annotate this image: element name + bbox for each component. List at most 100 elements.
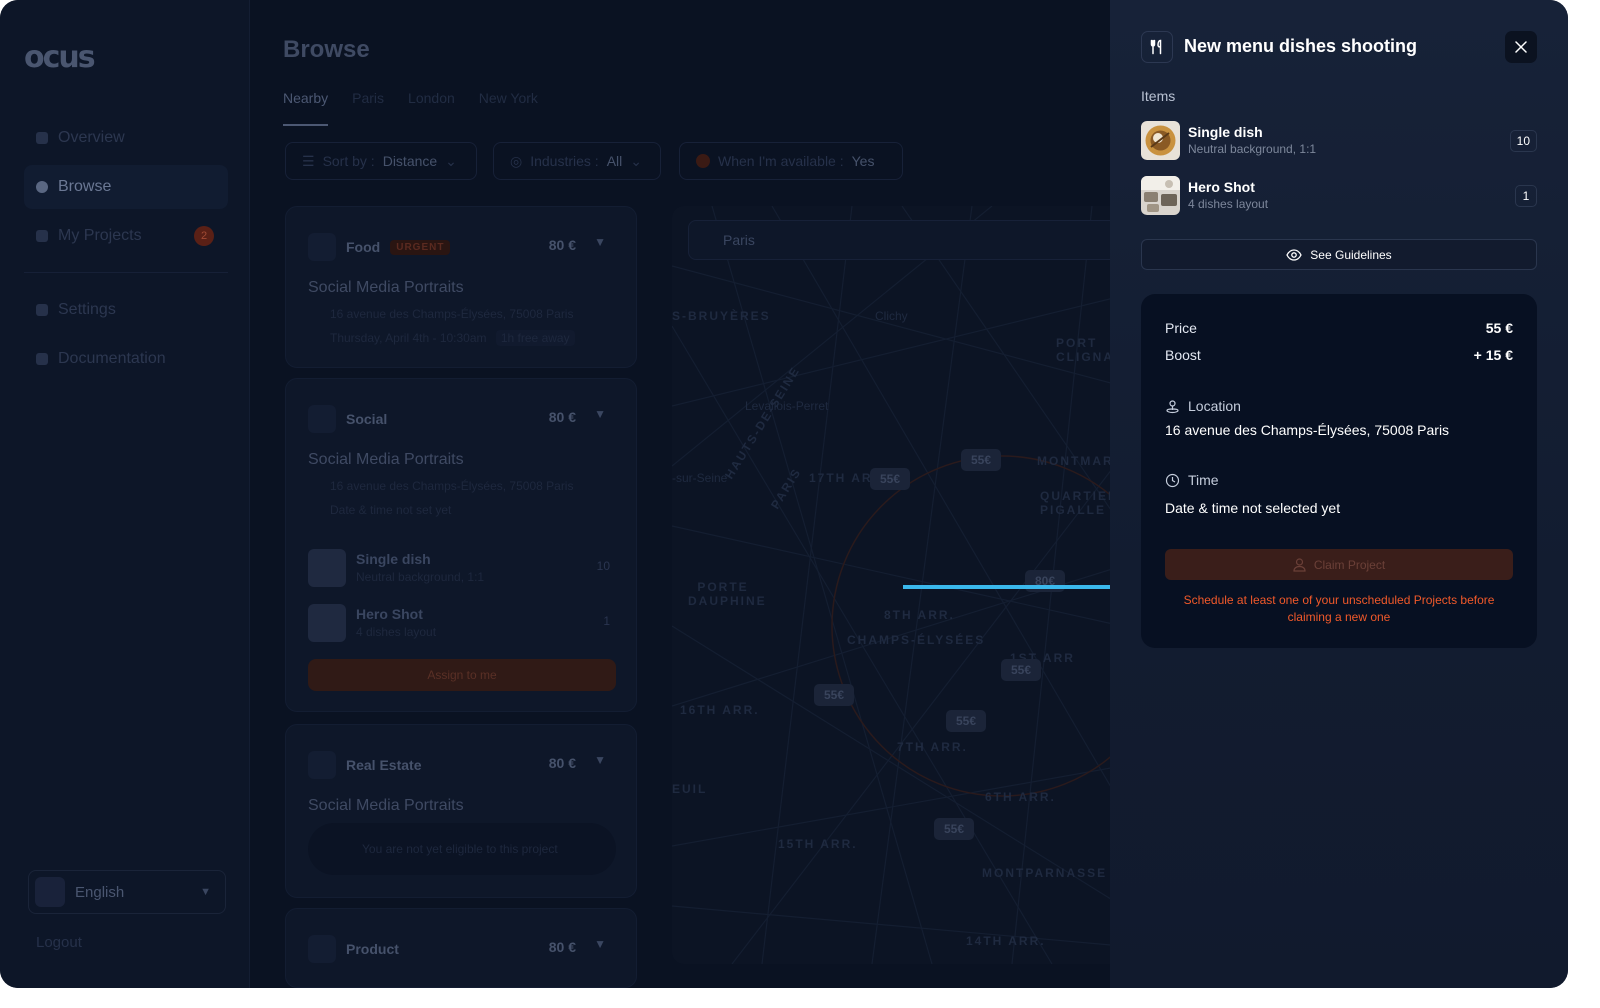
sort-filter[interactable]: ☰ Sort by : Distance ⌄ [285,142,477,180]
map-label: 14TH ARR. [966,934,1046,948]
tab-paris[interactable]: Paris [352,90,384,126]
item-qty: 1 [1515,185,1537,207]
industries-filter[interactable]: ◎ Industries : All ⌄ [493,142,661,180]
card-address: 16 avenue des Champs-Élysées, 75008 Pari… [330,479,574,493]
time-label: Time [1188,472,1219,488]
card-category: Product [346,941,399,957]
map-price-pin[interactable]: 55€ [934,818,974,840]
chevron-down-icon: ⌄ [630,152,642,169]
sidebar-item-browse[interactable]: Browse [24,165,228,209]
toggle-icon [696,154,710,168]
eye-icon [1286,248,1303,261]
price-label: Price [1165,320,1197,336]
project-card[interactable]: Food URGENT 80 € ▼ Social Media Portraits… [285,206,637,368]
sidebar: ocus Overview Browse My Projects 2 Settin… [0,0,250,988]
map-price-pin[interactable]: 55€ [961,449,1001,471]
item-thumbnail [1141,121,1180,160]
sidebar-item-label: Settings [58,301,116,318]
clock-icon [1165,473,1180,487]
not-eligible-notice: You are not yet eligible to this project [308,823,616,875]
item-name: Hero Shot [1188,179,1255,195]
map-label: 8TH ARR. [884,608,955,622]
gear-icon [36,304,48,316]
fork-knife-icon [1141,31,1173,63]
boost-label: Boost [1165,347,1201,363]
claim-label: Claim Project [1313,557,1386,572]
map-label: PORTE DAUPHINE [688,580,767,608]
sidebar-item-my-projects[interactable]: My Projects 2 [24,214,228,258]
card-header: Real Estate [308,751,421,779]
list-item: Hero Shot 4 dishes layout 1 [308,604,618,644]
map-label: 6TH ARR. [985,790,1056,804]
chevron-down-icon[interactable]: ▼ [594,937,606,951]
user-icon [36,181,48,193]
card-time: Date & time not set yet [330,503,452,517]
map-price-pin[interactable]: 55€ [1001,659,1041,681]
project-info-panel: Price 55 € Boost + 15 € Location 16 avenue… [1141,294,1537,648]
availability-filter[interactable]: When I'm available : Yes [679,142,903,180]
map-price-pin[interactable]: 55€ [946,710,986,732]
item-qty: 10 [1509,130,1537,152]
ocus-logo: ocus [24,40,96,75]
close-button[interactable] [1505,31,1537,63]
assign-to-me-button[interactable]: Assign to me [308,659,616,691]
claim-project-button[interactable]: Claim Project [1165,549,1513,580]
item-name: Single dish [356,551,431,567]
location-label: Location [1188,398,1241,414]
globe-icon: ◎ [510,152,523,169]
tab-london[interactable]: London [408,90,455,126]
project-card[interactable]: Product 80 € ▼ [285,908,637,988]
logout-link[interactable]: Logout [36,934,82,951]
browse-tabs: Nearby Paris London New York [283,90,538,126]
project-card[interactable]: Social 80 € ▼ Social Media Portraits 16 … [285,378,637,712]
project-card[interactable]: Real Estate 80 € ▼ Social Media Portrait… [285,724,637,898]
close-icon [1515,41,1527,53]
map-search-input[interactable]: Paris [688,220,1128,260]
card-header: Food URGENT [308,233,451,261]
item-qty: 10 [596,559,610,573]
item-desc: Neutral background, 1:1 [1188,142,1317,156]
urgent-badge: URGENT [390,239,451,255]
tab-nearby[interactable]: Nearby [283,90,329,126]
sidebar-item-documentation[interactable]: Documentation [24,337,228,381]
card-price: 80 € [548,755,576,771]
map-price-pin[interactable]: 55€ [870,468,910,490]
list-item: Hero Shot 4 dishes layout 1 [1141,176,1537,216]
sidebar-item-overview[interactable]: Overview [24,116,228,160]
card-time: Thursday, April 4th - 10:30am 1h free aw… [330,330,575,346]
map-price-pin[interactable]: 55€ [814,684,854,706]
filter-value: Yes [851,153,875,169]
map-label: 17TH AR [809,471,873,485]
item-qty: 1 [603,614,610,628]
time-value: Date & time not selected yet [1165,500,1341,516]
filter-value: All [606,153,623,169]
card-address: 16 avenue des Champs-Élysées, 75008 Pari… [330,307,574,321]
card-price: 80 € [548,939,576,955]
sidebar-item-label: Overview [58,129,125,146]
chevron-down-icon[interactable]: ▼ [594,753,606,767]
location-value: 16 avenue des Champs-Élysées, 75008 Pari… [1165,422,1450,438]
card-price: 80 € [548,409,576,425]
card-category: Real Estate [346,757,422,773]
sidebar-item-label: Documentation [58,350,166,367]
chevron-down-icon[interactable]: ▼ [594,407,606,421]
map-label: CHAMPS-ÉLYSÉES [847,633,986,647]
tab-new-york[interactable]: New York [479,90,538,126]
see-guidelines-button[interactable]: See Guidelines [1141,239,1537,270]
sidebar-item-settings[interactable]: Settings [24,288,228,332]
filter-label: When I'm available : [718,153,844,169]
item-name: Single dish [1188,124,1263,140]
price-value: 55 € [1485,320,1513,336]
card-title: Social Media Portraits [308,797,464,814]
chevron-down-icon[interactable]: ▼ [594,235,606,249]
project-drawer: New menu dishes shooting Items Single di… [1110,0,1568,988]
item-desc: Neutral background, 1:1 [356,570,485,584]
card-time-tag: 1h free away [495,330,575,346]
fork-knife-icon [308,233,336,261]
card-title: Social Media Portraits [308,279,464,296]
items-heading: Items [1141,88,1176,104]
map-label: EUIL [672,782,708,796]
language-select[interactable]: English ▼ [28,870,226,914]
drawer-title: New menu dishes shooting [1184,36,1418,56]
card-title: Social Media Portraits [308,451,464,468]
